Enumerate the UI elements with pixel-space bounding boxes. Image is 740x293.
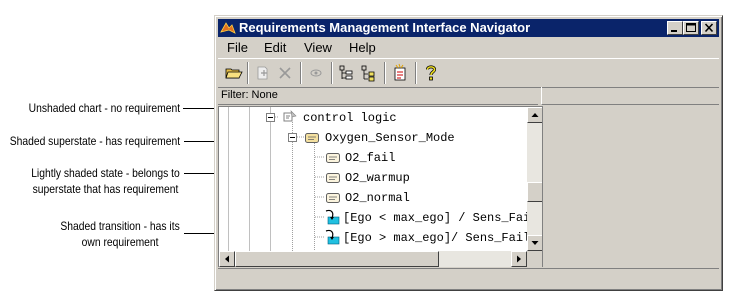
toolbar-separator bbox=[384, 62, 386, 84]
minimize-button[interactable] bbox=[667, 21, 683, 35]
arrow-down-icon bbox=[531, 241, 539, 245]
menu-edit[interactable]: Edit bbox=[264, 39, 286, 56]
add-link-icon bbox=[257, 66, 268, 80]
toolbar-separator bbox=[415, 62, 417, 84]
navigator-window: Requirements Management Interface Naviga… bbox=[214, 15, 723, 291]
scroll-thumb[interactable] bbox=[527, 182, 543, 202]
help-icon bbox=[426, 65, 437, 81]
tree-item-transition-gt[interactable]: [Ego > max_ego]/ Sens_Fail bbox=[343, 231, 530, 245]
toolbar-separator bbox=[247, 62, 249, 84]
maximize-button[interactable] bbox=[683, 21, 699, 35]
tree-item-o2-normal[interactable]: O2_normal bbox=[345, 191, 410, 205]
scroll-corner bbox=[527, 251, 543, 267]
menu-bar: File Edit View Help bbox=[218, 38, 719, 57]
tree-panel: control logic Oxygen_Sensor_Mode O2_fail… bbox=[218, 106, 543, 267]
window-title: Requirements Management Interface Naviga… bbox=[239, 20, 531, 35]
matlab-logo-icon bbox=[220, 22, 236, 34]
delete-button[interactable] bbox=[275, 63, 295, 83]
state-icon bbox=[326, 153, 340, 163]
callout-shaded-transition: Shaded transition - has its own requirem… bbox=[60, 219, 180, 249]
menu-file[interactable]: File bbox=[227, 39, 248, 56]
filter-header-right bbox=[541, 87, 719, 105]
callout-lightly-shaded-state: Lightly shaded state - belongs to supers… bbox=[31, 166, 180, 196]
tree-item-control-logic[interactable]: control logic bbox=[303, 111, 397, 125]
maximize-icon bbox=[686, 23, 696, 32]
menu-view[interactable]: View bbox=[304, 39, 332, 56]
collapse-tree-icon bbox=[361, 65, 375, 82]
close-button[interactable] bbox=[701, 21, 717, 35]
collapse-tree-button[interactable] bbox=[359, 63, 379, 83]
new-button[interactable] bbox=[390, 63, 410, 83]
minimize-icon bbox=[671, 30, 677, 32]
add-link-button[interactable] bbox=[253, 63, 273, 83]
state-icon bbox=[326, 193, 340, 203]
open-button[interactable] bbox=[224, 63, 244, 83]
toolbar bbox=[218, 58, 719, 88]
chart-icon bbox=[283, 110, 297, 122]
filter-label: Filter: None bbox=[221, 89, 278, 101]
tree-item-oxygen-sensor-mode[interactable]: Oxygen_Sensor_Mode bbox=[325, 131, 455, 145]
title-bar[interactable]: Requirements Management Interface Naviga… bbox=[218, 19, 719, 37]
view-button[interactable] bbox=[306, 63, 326, 83]
close-icon bbox=[704, 23, 714, 33]
new-icon bbox=[394, 63, 406, 81]
scroll-down-button[interactable] bbox=[527, 235, 543, 251]
arrow-left-icon bbox=[225, 255, 229, 263]
expand-tree-button[interactable] bbox=[337, 63, 357, 83]
delete-icon bbox=[279, 67, 291, 79]
superstate-icon bbox=[305, 133, 319, 143]
collapse-toggle-icon[interactable] bbox=[288, 133, 297, 142]
horizontal-scrollbar[interactable] bbox=[219, 251, 527, 267]
transition-icon bbox=[325, 229, 340, 245]
filter-bar: Filter: None bbox=[218, 87, 538, 105]
menu-help[interactable]: Help bbox=[349, 39, 376, 56]
scroll-left-button[interactable] bbox=[219, 251, 235, 267]
state-icon bbox=[326, 173, 340, 183]
tree-item-o2-warmup[interactable]: O2_warmup bbox=[345, 171, 410, 185]
help-button[interactable] bbox=[421, 63, 441, 83]
arrow-right-icon bbox=[517, 255, 521, 263]
status-bar bbox=[218, 268, 719, 287]
toolbar-separator bbox=[300, 62, 302, 84]
vertical-scrollbar[interactable] bbox=[527, 107, 543, 251]
scroll-up-button[interactable] bbox=[527, 107, 543, 123]
callout-shaded-superstate: Shaded superstate - has requirement bbox=[9, 134, 180, 148]
horizontal-scroll-thumb[interactable] bbox=[235, 251, 439, 267]
toolbar-separator bbox=[331, 62, 333, 84]
scroll-right-button[interactable] bbox=[511, 251, 527, 267]
open-icon bbox=[225, 68, 243, 79]
collapse-toggle-icon[interactable] bbox=[266, 113, 275, 122]
arrow-up-icon bbox=[531, 113, 539, 117]
view-icon bbox=[310, 69, 322, 77]
callout-unshaded-chart: Unshaded chart - no requirement bbox=[28, 101, 180, 115]
expand-tree-icon bbox=[339, 65, 353, 80]
detail-panel bbox=[542, 106, 719, 267]
tree-item-o2-fail[interactable]: O2_fail bbox=[345, 151, 395, 165]
transition-icon bbox=[325, 209, 340, 225]
tree-item-transition-lt[interactable]: [Ego < max_ego] / Sens_Fail bbox=[343, 211, 537, 225]
